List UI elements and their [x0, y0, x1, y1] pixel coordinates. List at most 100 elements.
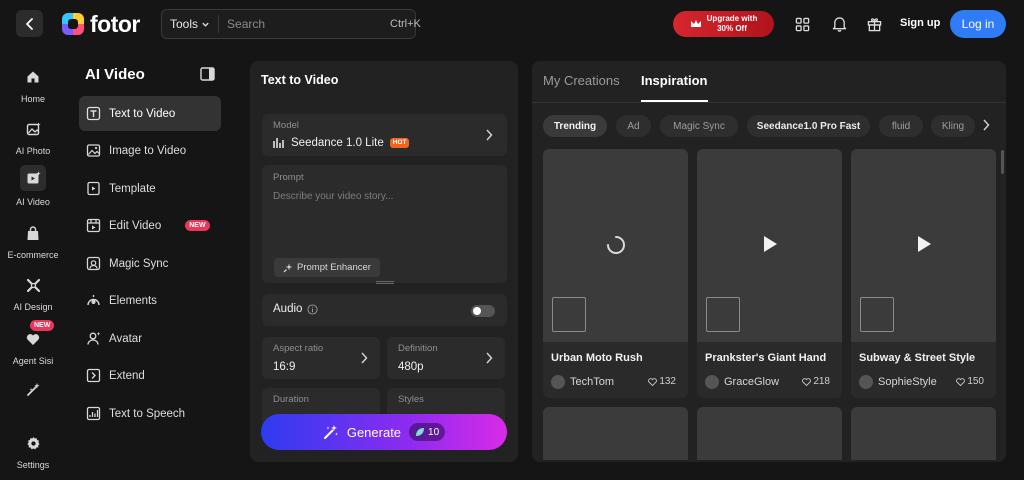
menu-item-extend[interactable]: Extend	[79, 358, 221, 393]
like-count[interactable]: 132	[648, 376, 676, 387]
rail-item-label: Settings	[16, 460, 50, 470]
model-selector[interactable]: Model Seedance 1.0 Lite HOT	[262, 114, 507, 156]
chip-ad[interactable]: Ad	[616, 115, 651, 137]
active-tab-indicator	[641, 100, 708, 102]
rail-item-magic-tool[interactable]	[0, 378, 66, 400]
menu-item-image-to-video[interactable]: Image to Video	[79, 133, 221, 168]
menu-item-label: Text to Video	[109, 107, 176, 120]
menu-item-text-to-speech[interactable]: Text to Speech	[79, 396, 221, 431]
tab-inspiration[interactable]: Inspiration	[641, 73, 707, 88]
video-info: Prankster's Giant Hand GraceGlow 218	[697, 342, 842, 398]
magic-wand-icon	[22, 378, 44, 400]
video-thumbnail	[851, 149, 996, 342]
menu-item-label: Magic Sync	[109, 257, 169, 270]
edit-video-new-badge: NEW	[185, 220, 210, 231]
chips-next-arrow-icon[interactable]	[982, 119, 990, 131]
rail-item-label: AI Video	[16, 197, 50, 207]
like-count[interactable]: 218	[802, 376, 830, 387]
info-icon[interactable]	[307, 303, 318, 315]
video-card-urban-moto-rush[interactable]: Urban Moto Rush TechTom 132	[543, 149, 688, 398]
rail-item-e-commerce[interactable]: E-commerce	[0, 222, 66, 260]
menu-item-label: Avatar	[109, 332, 143, 345]
definition-label: Definition	[398, 343, 438, 354]
like-count[interactable]: 150	[956, 376, 984, 387]
tab-my-creations[interactable]: My Creations	[543, 73, 620, 88]
likes-value: 150	[967, 376, 984, 387]
prompt-enhancer-button[interactable]: Prompt Enhancer	[274, 258, 380, 277]
video-author[interactable]: SophieStyle	[859, 375, 937, 389]
bell-icon	[832, 17, 846, 32]
author-name: GraceGlow	[724, 376, 780, 388]
rail-item-ai-video[interactable]: AI Video	[0, 165, 66, 207]
hot-badge: HOT	[389, 138, 410, 148]
credit-leaf-icon	[416, 428, 425, 436]
back-button[interactable]	[16, 10, 43, 37]
styles-label: Styles	[398, 394, 424, 405]
chip-kling[interactable]: Kling	[931, 115, 975, 137]
ai-video-icon	[20, 165, 46, 191]
generate-button[interactable]: Generate 10	[261, 414, 507, 450]
shopping-bag-icon	[22, 222, 44, 244]
menu-item-label: Image to Video	[109, 144, 187, 157]
chip-magic-sync[interactable]: Magic Sync	[660, 115, 738, 137]
tools-dropdown[interactable]: Tools	[162, 15, 220, 33]
apps-grid-icon	[795, 17, 809, 31]
video-author[interactable]: GraceGlow	[705, 375, 779, 389]
definition-selector[interactable]: Definition 480p	[387, 337, 505, 379]
video-card-partial[interactable]	[851, 407, 996, 460]
rail-item-agent-sisi[interactable]: Agent Sisi	[0, 328, 66, 366]
play-icon	[764, 236, 777, 252]
rail-item-label: AI Photo	[15, 146, 51, 156]
agent-heart-icon	[22, 328, 44, 350]
notifications-button[interactable]	[829, 14, 849, 34]
collapse-sidebar-button[interactable]	[200, 67, 215, 81]
aspect-ratio-value: 16:9	[273, 361, 296, 373]
video-card-partial[interactable]	[543, 407, 688, 460]
fotor-logo[interactable]: fotor	[62, 11, 140, 37]
video-title: Urban Moto Rush	[551, 352, 643, 364]
search-shortcut: Ctrl+K	[390, 18, 421, 30]
log-in-button[interactable]: Log in	[950, 10, 1006, 38]
prompt-resize-handle[interactable]	[376, 281, 394, 284]
menu-item-magic-sync[interactable]: Magic Sync	[79, 246, 221, 281]
model-label: Model	[273, 120, 299, 131]
aspect-ratio-selector[interactable]: Aspect ratio 16:9	[262, 337, 380, 379]
prompt-input[interactable]	[273, 191, 495, 251]
video-author[interactable]: TechTom	[551, 375, 614, 389]
prompt-enhancer-label: Prompt Enhancer	[297, 262, 371, 273]
chevron-right-icon	[486, 129, 493, 141]
chevron-right-icon	[361, 352, 368, 364]
sign-up-link[interactable]: Sign up	[900, 17, 940, 29]
menu-item-elements[interactable]: Elements	[79, 283, 221, 318]
rail-item-ai-design[interactable]: AI Design	[0, 274, 66, 312]
menu-item-edit-video[interactable]: Edit Video NEW	[79, 208, 221, 243]
model-value: Seedance 1.0 Lite	[291, 137, 384, 149]
chip-seedance-pro-fast[interactable]: Seedance1.0 Pro Fast	[747, 115, 870, 137]
likes-value: 132	[659, 376, 676, 387]
video-info: Subway & Street Style SophieStyle 150	[851, 342, 996, 398]
video-card-pranksters-giant-hand[interactable]: Prankster's Giant Hand GraceGlow 218	[697, 149, 842, 398]
rail-item-settings[interactable]: Settings	[0, 432, 66, 470]
menu-item-text-to-video[interactable]: Text to Video	[79, 96, 221, 131]
avatar-icon	[87, 332, 101, 345]
likes-value: 218	[813, 376, 830, 387]
apps-grid-button[interactable]	[792, 14, 812, 34]
rail-item-ai-photo[interactable]: AI Photo	[0, 118, 66, 156]
loading-spinner-icon	[607, 236, 625, 254]
gallery-scrollbar[interactable]	[1001, 150, 1004, 174]
image-icon	[86, 144, 101, 157]
template-icon	[87, 181, 100, 196]
video-card-subway-street-style[interactable]: Subway & Street Style SophieStyle 150	[851, 149, 996, 398]
chip-fluid[interactable]: fluid	[879, 115, 923, 137]
video-card-partial[interactable]	[697, 407, 842, 460]
gift-button[interactable]	[864, 14, 884, 34]
chip-trending[interactable]: Trending	[543, 115, 607, 137]
menu-item-avatar[interactable]: Avatar	[79, 321, 221, 356]
rail-item-home[interactable]: Home	[0, 66, 66, 104]
menu-item-template[interactable]: Template	[79, 171, 221, 206]
chevron-left-icon	[25, 17, 33, 30]
rail-item-label: AI Design	[13, 302, 53, 312]
upgrade-button[interactable]: Upgrade with 30% Off	[673, 11, 774, 37]
search-input[interactable]	[219, 17, 391, 31]
audio-toggle[interactable]	[471, 305, 495, 317]
